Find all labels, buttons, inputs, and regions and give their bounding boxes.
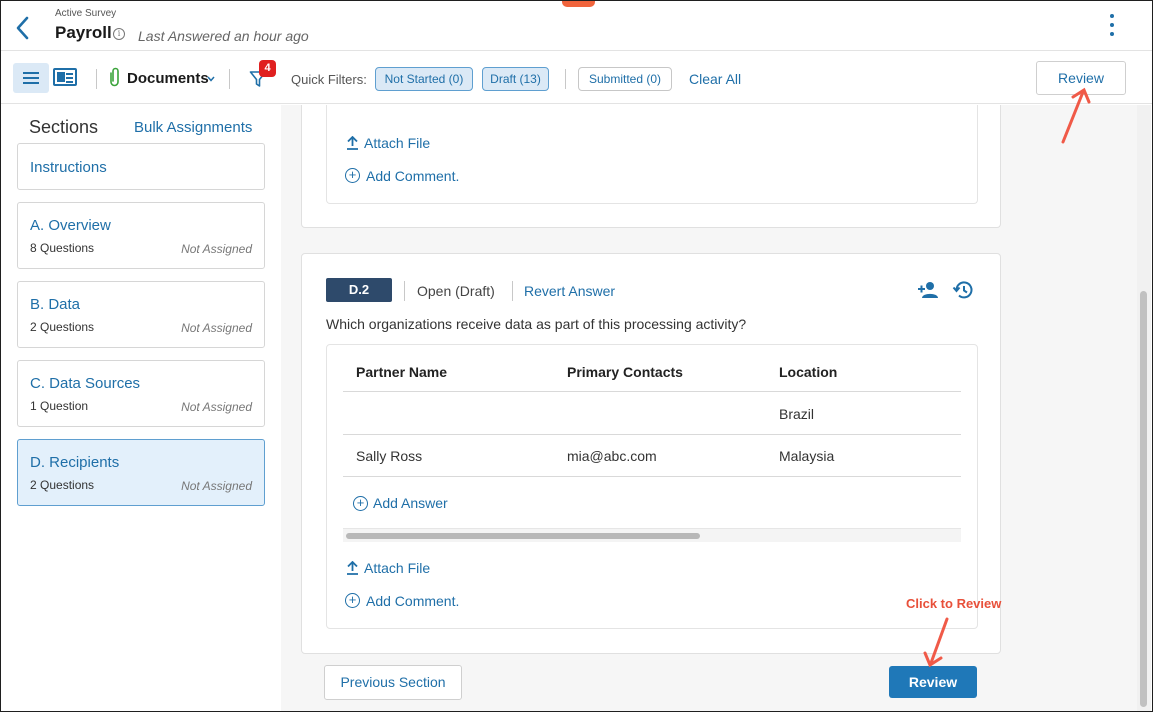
survey-window: Active Survey Payroll i Last Answered an… bbox=[0, 0, 1153, 712]
annotation-arrow-icon bbox=[923, 87, 1091, 668]
